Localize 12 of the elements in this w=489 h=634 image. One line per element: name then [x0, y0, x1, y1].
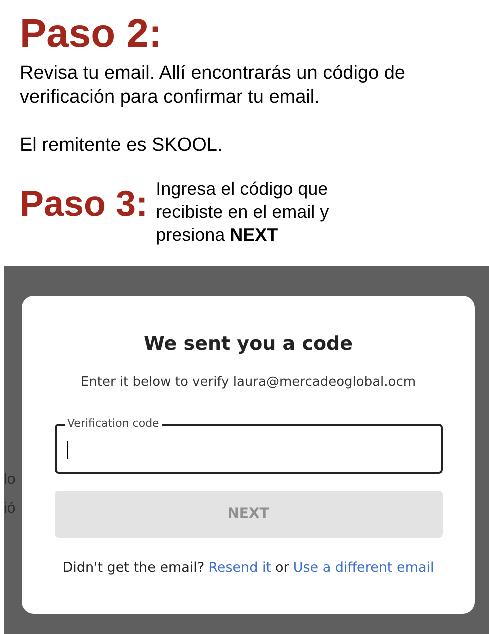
footer-text: or	[276, 559, 290, 578]
footer-text: Didn't get the email?	[62, 559, 205, 578]
resend-link[interactable]: Resend it	[208, 558, 272, 578]
dialog-subtitle: Enter it below to verify laura@mercadeoglobal.ocm	[80, 374, 416, 392]
text-cursor	[66, 441, 68, 459]
step-heading: Paso 3:	[20, 184, 148, 224]
instruction-text: Ingresa el código que recibiste en el email y presiona NEXT	[156, 178, 330, 247]
different-email-link[interactable]: Use a different email	[293, 558, 434, 578]
instruction-text: Revisa tu email. Allí encontrarás un código de verificación para confirmar tu email.	[20, 62, 406, 110]
step-heading: Paso 2:	[20, 12, 162, 56]
dialog-title: We sent you a code	[144, 332, 354, 357]
instruction-text: El remitente es SKOOL.	[20, 134, 223, 158]
